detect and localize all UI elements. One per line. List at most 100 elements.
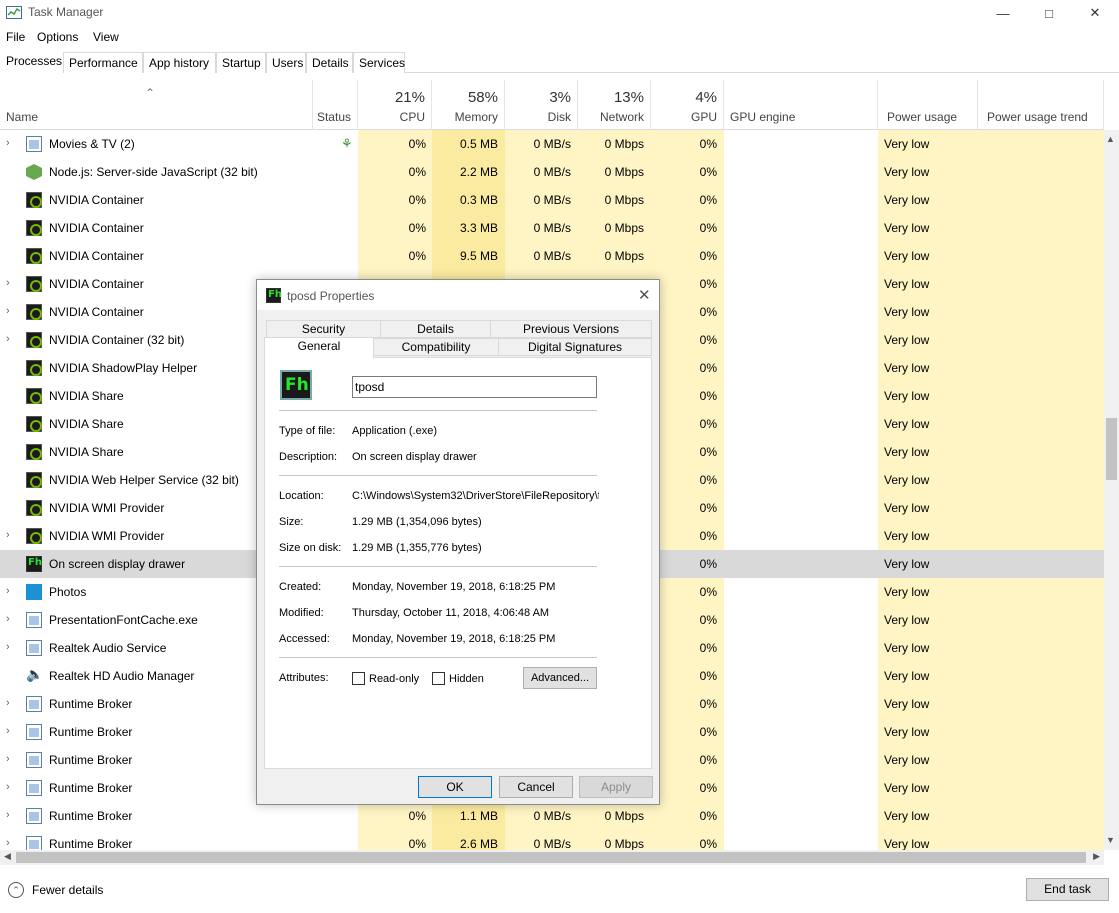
scroll-down-icon[interactable]: ▼	[1106, 835, 1115, 845]
expand-chevron-icon[interactable]: ›	[6, 585, 10, 597]
expand-chevron-icon[interactable]: ›	[6, 697, 10, 709]
nvidia-icon	[26, 528, 42, 544]
horizontal-scrollbar[interactable]: ◀ ▶	[0, 850, 1104, 865]
process-row[interactable]: NVIDIA Container 0% 0.3 MB 0 MB/s 0 Mbps 0% Ve…	[0, 186, 1104, 214]
scroll-right-icon[interactable]: ▶	[1093, 851, 1100, 862]
vertical-scroll-thumb[interactable]	[1106, 418, 1117, 480]
header-power-usage[interactable]: Power usage	[878, 80, 978, 130]
hidden-label: Hidden	[449, 673, 484, 685]
advanced-button[interactable]: Advanced...	[523, 667, 597, 689]
header-disk[interactable]: 3% Disk	[505, 80, 578, 130]
gpu-value: 0%	[699, 697, 717, 711]
expand-chevron-icon[interactable]: ›	[6, 613, 10, 625]
tab-general[interactable]: General	[264, 337, 374, 358]
process-name: Node.js: Server-side JavaScript (32 bit)	[49, 165, 258, 179]
header-gpu[interactable]: 4% GPU	[651, 80, 724, 130]
chevron-up-icon[interactable]: ⌃	[8, 882, 24, 898]
tab-processes[interactable]: Processes	[0, 50, 63, 73]
tab-startup[interactable]: Startup	[216, 52, 266, 73]
process-row[interactable]: NVIDIA Container 0% 3.3 MB 0 MB/s 0 Mbps 0% Ve…	[0, 214, 1104, 242]
process-name: NVIDIA Share	[49, 417, 124, 431]
expand-chevron-icon[interactable]: ›	[6, 809, 10, 821]
menu-file[interactable]: File	[6, 30, 25, 44]
tab-app-history[interactable]: App history	[143, 52, 216, 73]
scroll-up-icon[interactable]: ▲	[1106, 134, 1115, 144]
header-status[interactable]: Status	[313, 80, 358, 130]
expand-chevron-icon[interactable]: ›	[6, 277, 10, 289]
end-task-button[interactable]: End task	[1026, 878, 1109, 901]
header-disk-label: Disk	[547, 110, 571, 124]
modified-value: Thursday, October 11, 2018, 4:06:48 AM	[352, 607, 550, 619]
window-icon	[26, 836, 42, 850]
header-cpu-label: CPU	[399, 110, 425, 124]
menu-view[interactable]: View	[93, 30, 119, 44]
ok-button[interactable]: OK	[418, 776, 492, 798]
gpu-value: 0%	[699, 753, 717, 767]
tab-previous-versions[interactable]: Previous Versions	[490, 320, 652, 338]
title-bar: Task Manager — □ ✕	[0, 0, 1119, 26]
header-name-label: Name	[6, 110, 39, 124]
header-name[interactable]: Name	[0, 80, 313, 130]
cancel-button[interactable]: Cancel	[499, 776, 573, 798]
header-network[interactable]: 13% Network	[578, 80, 651, 130]
process-name: NVIDIA Web Helper Service (32 bit)	[49, 473, 239, 487]
window-icon	[26, 136, 42, 152]
expand-chevron-icon[interactable]: ›	[6, 725, 10, 737]
tab-performance[interactable]: Performance	[63, 52, 143, 73]
expand-chevron-icon[interactable]: ›	[6, 641, 10, 653]
gpu-value: 0%	[699, 221, 717, 235]
header-cpu[interactable]: 21% CPU	[358, 80, 432, 130]
close-button[interactable]: ✕	[1072, 0, 1118, 26]
header-power-trend[interactable]: Power usage trend	[978, 80, 1104, 130]
expand-chevron-icon[interactable]: ›	[6, 305, 10, 317]
expand-chevron-icon[interactable]: ›	[6, 333, 10, 345]
network-value: 0 Mbps	[604, 193, 644, 207]
network-value: 0 Mbps	[604, 165, 644, 179]
process-row[interactable]: › Runtime Broker 0% 2.6 MB 0 MB/s 0 Mbps 0% Ver…	[0, 830, 1104, 850]
process-row[interactable]: Node.js: Server-side JavaScript (32 bit)…	[0, 158, 1104, 186]
process-row[interactable]: NVIDIA Container 0% 9.5 MB 0 MB/s 0 Mbps 0% Ve…	[0, 242, 1104, 270]
header-gpu-engine[interactable]: GPU engine	[724, 80, 878, 130]
expand-chevron-icon[interactable]: ›	[6, 753, 10, 765]
tab-details[interactable]: Details	[306, 52, 353, 73]
disk-value: 0 MB/s	[533, 165, 571, 179]
expand-chevron-icon[interactable]: ›	[6, 137, 10, 149]
process-name: NVIDIA ShadowPlay Helper	[49, 361, 198, 375]
minimize-button[interactable]: —	[980, 0, 1026, 26]
readonly-checkbox[interactable]	[352, 672, 365, 685]
expand-chevron-icon[interactable]: ›	[6, 837, 10, 849]
process-name: NVIDIA Container	[49, 249, 144, 263]
nvidia-icon	[26, 248, 42, 264]
cpu-value: 0%	[408, 221, 426, 235]
fewer-details-link[interactable]: Fewer details	[32, 883, 103, 897]
vertical-scrollbar[interactable]: ▲ ▼	[1104, 130, 1119, 850]
expand-chevron-icon[interactable]: ›	[6, 781, 10, 793]
process-row[interactable]: › Runtime Broker 0% 1.1 MB 0 MB/s 0 Mbps 0% Ver…	[0, 802, 1104, 830]
scroll-left-icon[interactable]: ◀	[4, 851, 11, 862]
process-row[interactable]: › Movies & TV (2) ⚘ 0% 0.5 MB 0 MB/s 0 Mbps 0% V…	[0, 130, 1104, 158]
expand-chevron-icon[interactable]: ›	[6, 529, 10, 541]
hidden-checkbox[interactable]	[432, 672, 445, 685]
speaker-icon	[26, 666, 43, 684]
menu-options[interactable]: Options	[37, 30, 78, 44]
memory-total: 58%	[467, 89, 498, 106]
size-label: Size:	[279, 516, 304, 528]
tab-users[interactable]: Users	[266, 52, 306, 73]
dialog-close-icon[interactable]: ✕	[638, 286, 651, 304]
apply-button[interactable]: Apply	[579, 776, 653, 798]
gpu-total: 4%	[695, 89, 717, 106]
power-usage-value: Very low	[884, 249, 930, 263]
horizontal-scroll-thumb[interactable]	[16, 852, 1086, 863]
column-header: ⌃ Name Status 21% CPU 58% Memory 3% Disk…	[0, 80, 1104, 130]
gpu-value: 0%	[699, 529, 717, 543]
tab-services[interactable]: Services	[353, 52, 405, 73]
tab-compatibility[interactable]: Compatibility	[373, 338, 499, 356]
header-memory[interactable]: 58% Memory	[432, 80, 505, 130]
nvidia-icon	[26, 304, 42, 320]
process-name: Runtime Broker	[49, 781, 133, 795]
file-name-field[interactable]: tposd	[352, 376, 597, 398]
tab-security[interactable]: Security	[266, 320, 381, 338]
tab-digital-signatures[interactable]: Digital Signatures	[498, 338, 652, 356]
maximize-button[interactable]: □	[1026, 0, 1072, 26]
tab-details-dialog[interactable]: Details	[380, 320, 491, 338]
